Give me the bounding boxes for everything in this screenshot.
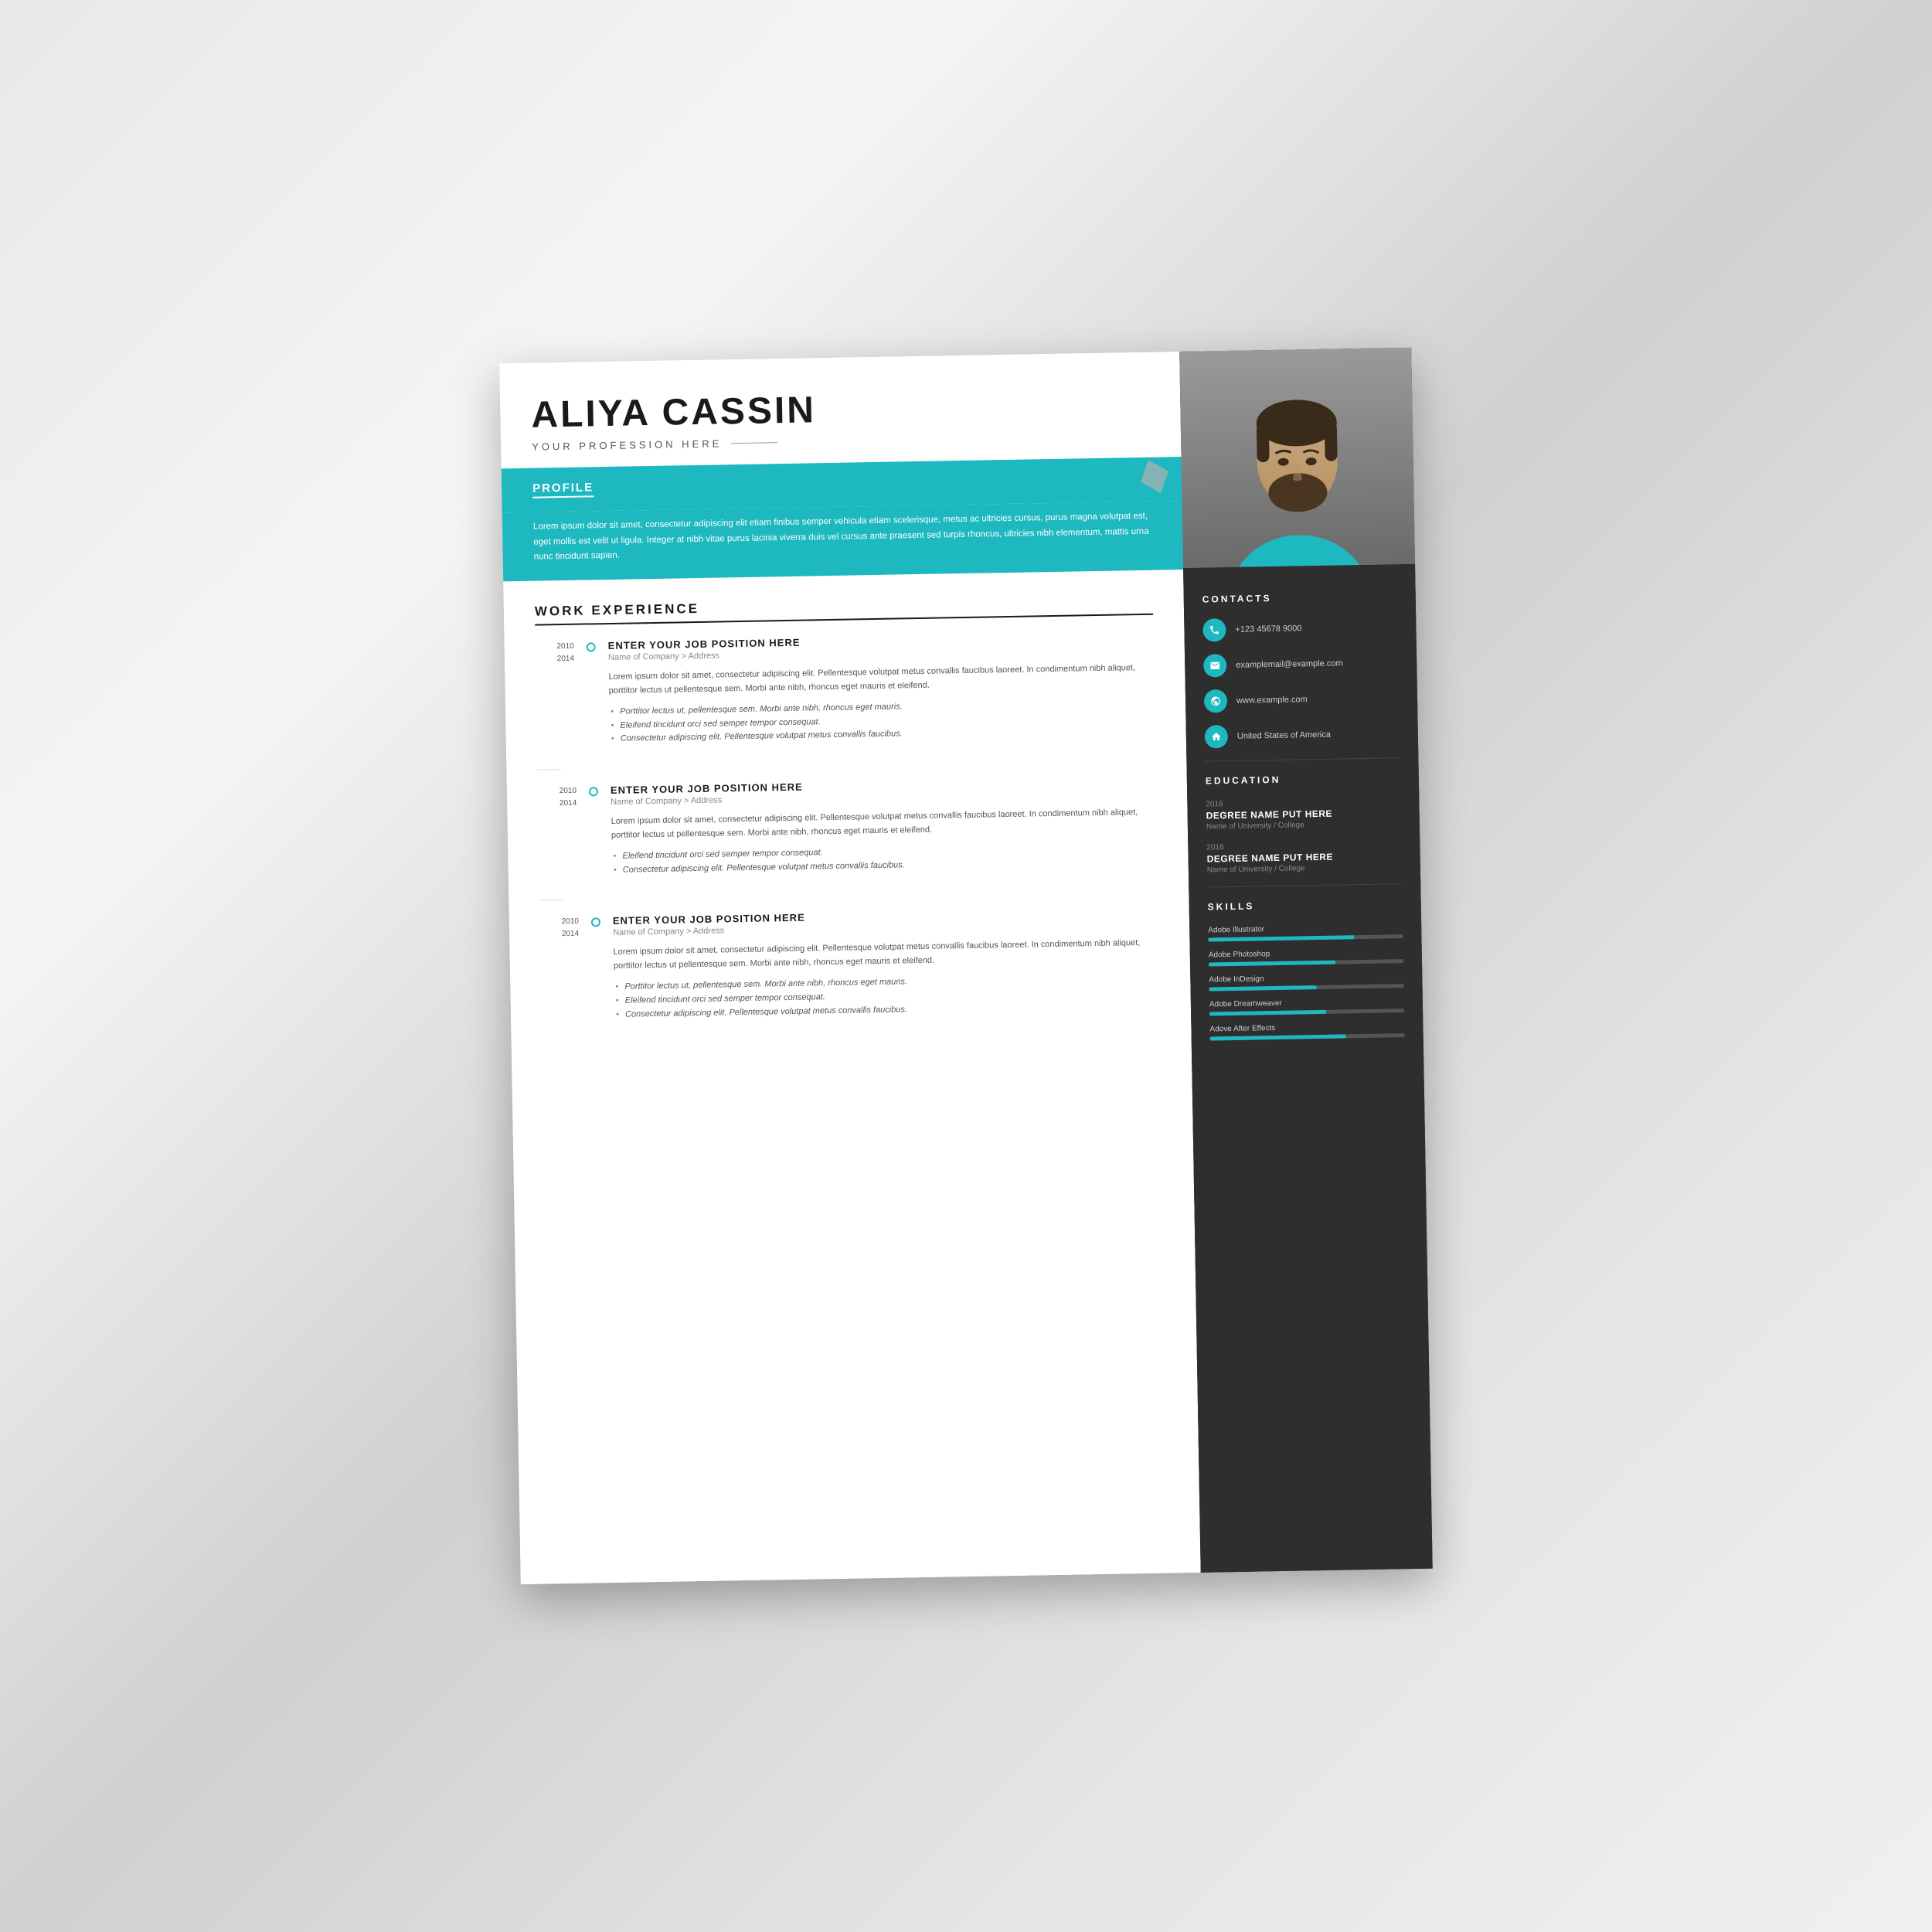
work-year-end-2: 2014 [538, 797, 577, 810]
skill-entry-3: Adobe InDesign [1209, 972, 1403, 991]
work-section-title: WORK EXPERIENCE [535, 593, 1153, 625]
skill-name-3: Adobe InDesign [1209, 972, 1403, 984]
name-block: ALIYA CASSIN YOUR PROFESSION HERE [531, 383, 1150, 453]
contact-location-text: United States of America [1237, 730, 1331, 741]
skills-title: SKILLS [1208, 898, 1403, 912]
work-divider-1 [537, 769, 560, 770]
skill-bar-fill-2 [1209, 961, 1335, 967]
skill-name-4: Adobe Dreamweaver [1209, 997, 1404, 1009]
edu-degree-1: DEGREE NAME PUT HERE [1206, 807, 1401, 821]
work-year-end-1: 2014 [536, 652, 574, 665]
edu-entry-2: 2016 DEGREE NAME PUT HERE Name of Univer… [1206, 840, 1402, 874]
work-entry-1: 2010 2014 ENTER YOUR JOB POSITION HERE N… [536, 630, 1155, 747]
skill-entry-4: Adobe Dreamweaver [1209, 997, 1404, 1015]
location-icon [1205, 725, 1229, 749]
work-experience-section: WORK EXPERIENCE 2010 2014 ENTER YOUR JOB… [503, 570, 1201, 1585]
email-icon [1203, 654, 1227, 678]
skill-bar-fill-4 [1209, 1010, 1326, 1016]
skill-bar-bg-2 [1209, 959, 1403, 966]
candidate-name: ALIYA CASSIN [531, 383, 1150, 437]
skill-entry-2: Adobe Photoshop [1209, 947, 1403, 966]
skill-entry-5: Adove After Effects [1209, 1022, 1404, 1040]
contacts-title: CONTACTS [1202, 590, 1397, 604]
skill-bar-fill-5 [1210, 1034, 1346, 1040]
website-svg [1210, 696, 1221, 706]
edu-school-1: Name of University / College [1206, 819, 1401, 831]
dark-info-section: CONTACTS +123 45678 9000 examplemail@exa… [1183, 564, 1433, 1573]
work-years-1: 2010 2014 [536, 640, 576, 747]
work-content-2: ENTER YOUR JOB POSITION HERE Name of Com… [611, 774, 1158, 877]
work-dot-icon-1 [587, 642, 596, 651]
skill-bar-bg-5 [1210, 1033, 1405, 1040]
website-icon [1204, 689, 1228, 713]
work-divider-2 [539, 900, 563, 901]
phone-icon [1202, 618, 1226, 642]
header-area: ALIYA CASSIN YOUR PROFESSION HERE [499, 352, 1181, 453]
work-year-start-1: 2010 [536, 640, 574, 653]
work-bullets-3: Porttitor lectus ut, pellentesque sem. M… [614, 971, 1160, 1022]
contact-website-text: www.example.com [1236, 695, 1308, 706]
phone-svg [1209, 624, 1219, 635]
profile-text: Lorem ipsum dolor sit amet, consectetur … [533, 509, 1152, 566]
profile-label: PROFILE [532, 481, 594, 498]
work-dot-1 [587, 640, 597, 747]
work-desc-2: Lorem ipsum dolor sit amet, consectetur … [611, 804, 1158, 842]
work-dot-icon-3 [591, 917, 600, 927]
work-desc-3: Lorem ipsum dolor sit amet, consectetur … [613, 936, 1159, 974]
work-entry-2: 2010 2014 ENTER YOUR JOB POSITION HERE N… [538, 774, 1158, 878]
work-dot-2 [589, 784, 600, 878]
edu-school-2: Name of University / College [1207, 862, 1402, 874]
contact-email-text: examplemail@example.com [1236, 658, 1343, 669]
skill-name-2: Adobe Photoshop [1209, 947, 1403, 959]
contact-website-item: www.example.com [1204, 686, 1399, 713]
edu-entry-1: 2016 DEGREE NAME PUT HERE Name of Univer… [1206, 797, 1401, 831]
edu-degree-2: DEGREE NAME PUT HERE [1207, 850, 1402, 864]
work-bullets-1: Porttitor lectus ut, pellentesque sem. M… [609, 696, 1155, 747]
skill-bar-bg-1 [1208, 934, 1403, 941]
skill-bar-bg-3 [1209, 984, 1404, 991]
right-column: CONTACTS +123 45678 9000 examplemail@exa… [1179, 348, 1433, 1573]
skill-bar-bg-4 [1209, 1009, 1404, 1015]
left-column: ALIYA CASSIN YOUR PROFESSION HERE PROFIL… [499, 352, 1200, 1584]
work-dot-icon-2 [589, 787, 598, 796]
profile-photo-placeholder [1179, 348, 1415, 568]
skill-bar-fill-1 [1208, 935, 1354, 941]
contact-phone-text: +123 45678 9000 [1235, 624, 1301, 634]
work-year-start-2: 2010 [538, 784, 577, 798]
profile-diamond-decoration [1141, 460, 1168, 493]
contact-divider [1205, 757, 1400, 761]
edu-divider [1207, 883, 1402, 887]
work-content-3: ENTER YOUR JOB POSITION HERE Name of Com… [613, 906, 1160, 1022]
skill-name-5: Adove After Effects [1209, 1022, 1404, 1033]
work-entry-3: 2010 2014 ENTER YOUR JOB POSITION HERE N… [540, 906, 1160, 1023]
skill-name-1: Adobe Illustrator [1208, 923, 1403, 934]
contact-phone-item: +123 45678 9000 [1202, 615, 1397, 641]
work-year-start-3: 2010 [540, 916, 579, 929]
location-svg [1211, 731, 1222, 742]
profile-photo-area [1179, 348, 1415, 568]
profile-photo-svg [1179, 348, 1415, 568]
profession-line-divider [731, 442, 777, 444]
skill-bar-fill-3 [1209, 985, 1317, 991]
education-title: EDUCATION [1206, 772, 1400, 786]
profile-text-area: Lorem ipsum dolor sit amet, consectetur … [502, 501, 1183, 581]
work-bullets-2: Eleifend tincidunt orci sed semper tempo… [611, 841, 1158, 878]
work-years-2: 2010 2014 [538, 784, 578, 878]
resume-document: ALIYA CASSIN YOUR PROFESSION HERE PROFIL… [499, 348, 1432, 1584]
profession-text: YOUR PROFESSION HERE [532, 437, 722, 452]
email-svg [1209, 660, 1220, 671]
work-desc-1: Lorem ipsum dolor sit amet, consectetur … [608, 660, 1155, 698]
work-content-1: ENTER YOUR JOB POSITION HERE Name of Com… [608, 630, 1155, 746]
contact-email-item: examplemail@example.com [1203, 651, 1398, 677]
skill-entry-1: Adobe Illustrator [1208, 923, 1403, 941]
work-year-end-3: 2014 [540, 928, 579, 941]
contact-location-item: United States of America [1205, 722, 1400, 748]
work-dot-3 [591, 915, 602, 1022]
work-years-3: 2010 2014 [540, 916, 580, 1023]
